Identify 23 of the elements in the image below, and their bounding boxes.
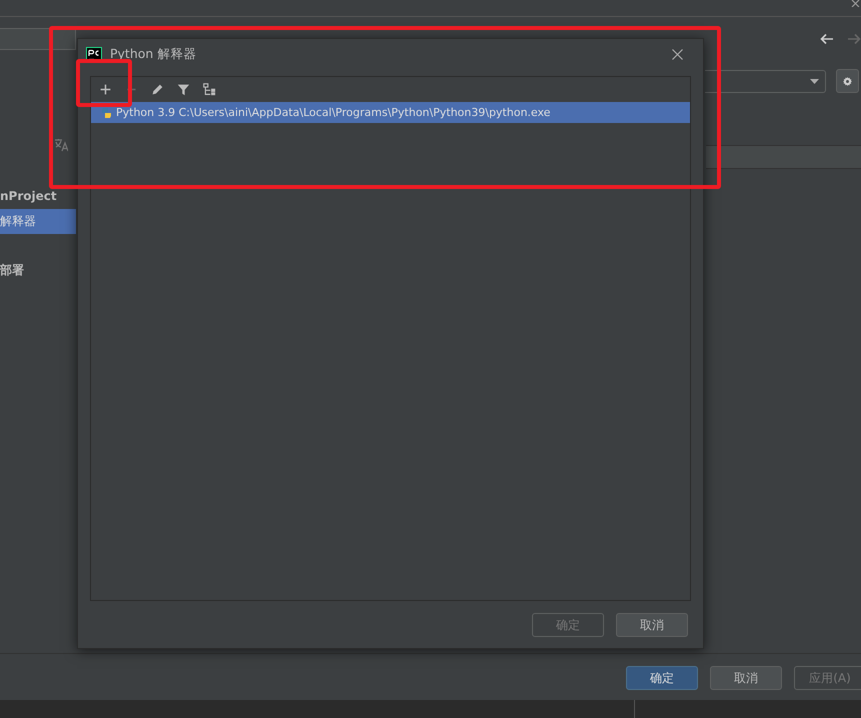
dropdown[interactable] bbox=[705, 70, 826, 93]
add-icon bbox=[98, 83, 112, 96]
filter-icon bbox=[176, 83, 190, 96]
caret-icon bbox=[810, 79, 819, 84]
translate-icon bbox=[54, 138, 68, 152]
edit-icon bbox=[150, 83, 164, 96]
sidebar-item[interactable]: 部署 bbox=[0, 258, 76, 283]
dialog-button[interactable]: 取消 bbox=[710, 666, 782, 690]
gear-icon bbox=[843, 74, 852, 88]
back-arrow-icon[interactable] bbox=[820, 33, 834, 45]
close-icon[interactable] bbox=[672, 49, 683, 60]
sidebar-item[interactable]: 解释器 bbox=[0, 209, 76, 234]
tree-icon bbox=[202, 83, 216, 96]
settings-button[interactable] bbox=[836, 69, 859, 93]
ok-button[interactable]: 确定 bbox=[626, 666, 698, 690]
dialog-button[interactable]: 取消 bbox=[616, 613, 688, 637]
sidebar-item[interactable]: nProject bbox=[0, 184, 76, 209]
dialog-title: Python 解释器 bbox=[110, 45, 196, 64]
filter-button[interactable] bbox=[175, 82, 191, 98]
close-icon[interactable] bbox=[851, 0, 861, 7]
search-field[interactable] bbox=[0, 28, 76, 50]
tree-button[interactable] bbox=[201, 82, 217, 98]
python-icon bbox=[101, 106, 112, 118]
